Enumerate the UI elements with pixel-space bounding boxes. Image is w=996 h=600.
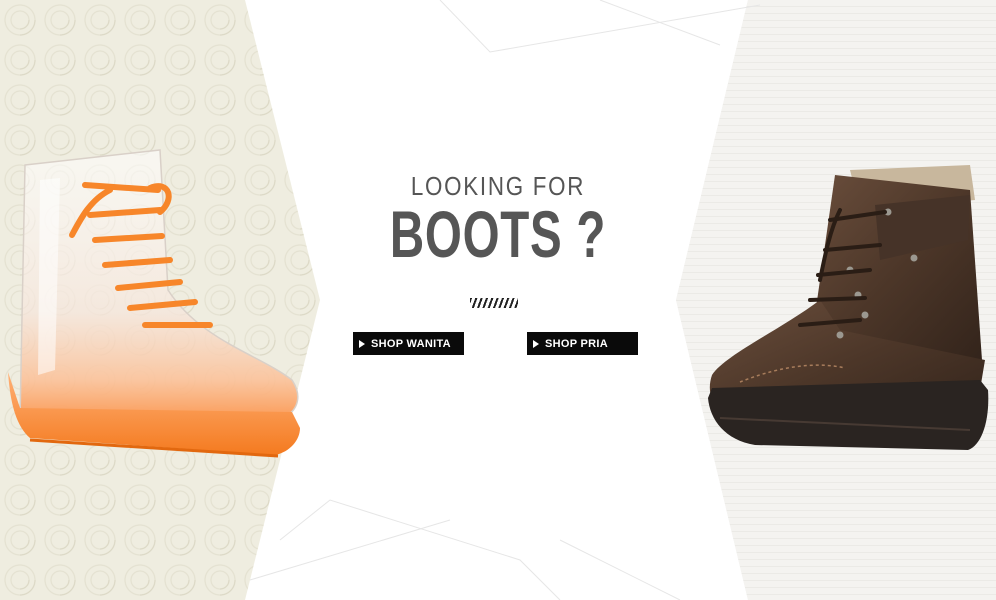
shop-pria-label: SHOP PRIA — [545, 337, 609, 350]
headline-boots: BOOTS ? — [389, 197, 607, 271]
shop-pria-button[interactable]: SHOP PRIA — [527, 332, 638, 355]
slash-divider — [470, 298, 518, 308]
play-arrow-icon — [359, 339, 365, 348]
play-arrow-icon — [533, 339, 539, 348]
shop-wanita-label: SHOP WANITA — [371, 337, 451, 350]
promo-banner[interactable]: LOOKING FOR BOOTS ? SHOP WANITA SHOP PRI… — [0, 0, 996, 600]
shop-wanita-button[interactable]: SHOP WANITA — [353, 332, 464, 355]
